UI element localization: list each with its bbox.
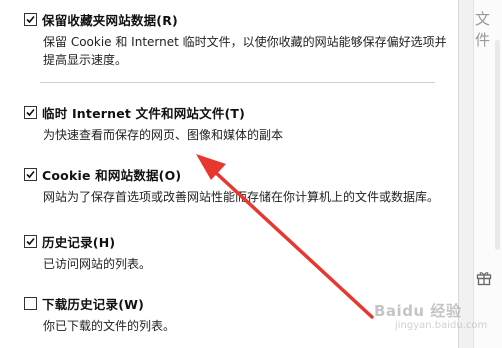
watermark: Baidu 经验 [374,302,462,320]
watermark-url: jingyan.baidu.com [395,320,488,331]
red-annotation-arrow [196,154,374,319]
